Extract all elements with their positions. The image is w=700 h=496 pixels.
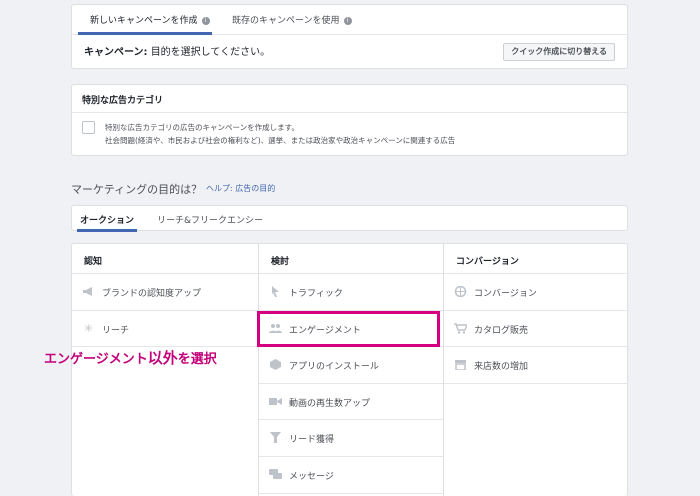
campaign-text: 目的を選択してください。 bbox=[150, 47, 271, 58]
objective-grid: 認知 ブランドの認知度アップ ✳ リーチ 検討 トラフィック エンゲージメント bbox=[71, 243, 628, 496]
special-category-card: 特別な広告カテゴリ 特別な広告カテゴリの広告のキャンペーンを作成します。 社会問… bbox=[71, 84, 628, 156]
box-icon bbox=[269, 359, 282, 371]
objective-video-views[interactable]: 動画の再生数アップ bbox=[259, 384, 443, 421]
tab-existing-campaign[interactable]: 既存のキャンペーンを使用 i bbox=[232, 13, 352, 26]
funnel-icon bbox=[269, 432, 282, 444]
objective-label: カタログ販売 bbox=[474, 325, 529, 336]
annotation-note: エンゲージメント以外を選択 bbox=[44, 347, 217, 368]
special-category-subtext: 社会問題(経済や、市民および社会の権利など)、選挙、または政治家や政治キャンペー… bbox=[105, 136, 456, 145]
special-category-title: 特別な広告カテゴリ bbox=[72, 85, 627, 113]
special-category-checkbox[interactable] bbox=[82, 121, 95, 134]
video-icon bbox=[269, 396, 282, 407]
tab-existing-campaign-label: 既存のキャンペーンを使用 bbox=[232, 16, 340, 26]
objective-reach[interactable]: ✳ リーチ bbox=[72, 311, 258, 348]
reach-icon: ✳ bbox=[83, 321, 94, 335]
objective-catalog-sales[interactable]: カタログ販売 bbox=[444, 311, 628, 348]
awareness-header: 認知 bbox=[72, 244, 258, 274]
quick-create-switch-button[interactable]: クイック作成に切り替える bbox=[503, 43, 615, 61]
campaign-tabs: 新しいキャンペーンを作成 i 既存のキャンペーンを使用 i bbox=[72, 5, 627, 35]
info-icon[interactable]: i bbox=[343, 17, 352, 25]
campaign-status: キャンペーン: 目的を選択してください。 bbox=[84, 43, 270, 58]
megaphone-icon bbox=[82, 286, 95, 297]
annotation-prefix: エンゲージメント bbox=[44, 352, 148, 367]
objective-lead-generation[interactable]: リード獲得 bbox=[259, 420, 443, 457]
conversion-header: コンバージョン bbox=[444, 244, 628, 274]
store-icon bbox=[454, 359, 467, 371]
objective-label: リーチ bbox=[102, 325, 130, 336]
objective-label: ブランドの認知度アップ bbox=[102, 289, 202, 299]
active-tab-underline bbox=[77, 229, 137, 232]
objective-conversions[interactable]: コンバージョン bbox=[444, 274, 628, 311]
campaign-card: 新しいキャンペーンを作成 i 既存のキャンペーンを使用 i キャンペーン: 目的を選… bbox=[71, 4, 628, 69]
objective-label: メッセージ bbox=[289, 471, 334, 482]
objective-store-traffic[interactable]: 来店数の増加 bbox=[444, 347, 628, 384]
objective-label: アプリのインストール bbox=[289, 362, 379, 373]
campaign-label: キャンペーン: bbox=[84, 47, 148, 58]
objective-label: トラフィック bbox=[289, 289, 343, 299]
cart-icon bbox=[454, 322, 469, 334]
annotation-suffix: を選択 bbox=[177, 352, 217, 367]
tab-auction[interactable]: オークション bbox=[80, 213, 134, 226]
help-link[interactable]: ヘルプ: 広告の目的 bbox=[206, 183, 275, 194]
tab-reach-frequency[interactable]: リーチ&フリークエンシー bbox=[157, 213, 263, 226]
objective-tabs: オークション リーチ&フリークエンシー bbox=[71, 205, 628, 232]
objective-label: 動画の再生数アップ bbox=[289, 398, 371, 409]
awareness-column: 認知 ブランドの認知度アップ ✳ リーチ bbox=[72, 244, 258, 496]
marketing-objective-title: マーケティングの目的は？ bbox=[71, 183, 203, 196]
objective-traffic[interactable]: トラフィック bbox=[259, 274, 443, 311]
consideration-header: 検討 bbox=[259, 244, 443, 274]
cursor-icon bbox=[269, 286, 282, 297]
consideration-column: 検討 トラフィック エンゲージメント アプリのインストール 動画の再生数アップ bbox=[258, 244, 443, 496]
objective-messages[interactable]: メッセージ bbox=[259, 457, 443, 494]
objective-label: コンバージョン bbox=[474, 289, 537, 299]
objective-app-installs[interactable]: アプリのインストール bbox=[259, 347, 443, 384]
annotation-emphasis: 以外 bbox=[147, 349, 178, 367]
tab-new-campaign-label: 新しいキャンペーンを作成 bbox=[90, 16, 198, 26]
engagement-highlight-box bbox=[257, 311, 440, 347]
info-icon[interactable]: i bbox=[201, 17, 210, 25]
chat-icon bbox=[269, 468, 282, 480]
conversion-column: コンバージョン コンバージョン カタログ販売 来店数の増加 bbox=[443, 244, 628, 496]
objective-brand-awareness[interactable]: ブランドの認知度アップ bbox=[72, 274, 258, 311]
globe-icon bbox=[454, 285, 467, 298]
special-category-description: 特別な広告カテゴリの広告のキャンペーンを作成します。 bbox=[105, 123, 299, 132]
objective-label: 来店数の増加 bbox=[474, 362, 529, 373]
objective-label: リード獲得 bbox=[289, 435, 335, 446]
active-tab-underline bbox=[78, 32, 212, 35]
tab-new-campaign[interactable]: 新しいキャンペーンを作成 i bbox=[90, 13, 210, 26]
